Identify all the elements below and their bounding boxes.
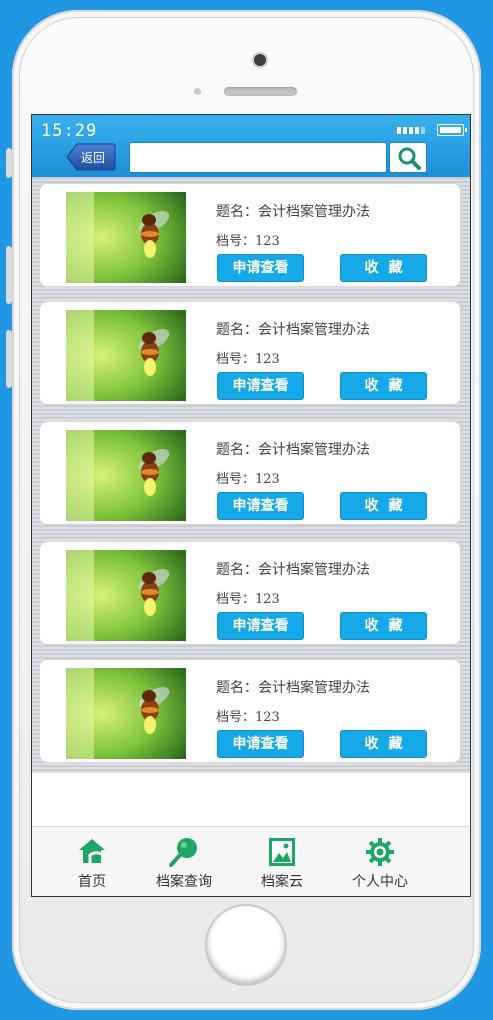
tab-archive-search[interactable]: 档案查询 [139,827,229,896]
tab-archive-cloud[interactable]: 档案云 [237,827,327,896]
earpiece-speaker [224,87,297,96]
favorite-button[interactable]: 收藏 [340,492,427,520]
record-number: 档号：123 [216,352,280,367]
mute-switch [6,148,12,178]
volume-down-button [6,330,12,388]
tab-archive-search-label: 档案查询 [156,874,212,890]
record-title: 题名：会计档案管理办法 [216,680,370,696]
gear-icon [335,837,425,867]
image-icon [237,837,327,867]
record-card[interactable]: 题名：会计档案管理办法 档号：123 申请查看 收藏 [39,421,461,525]
record-number: 档号：123 [216,234,280,249]
bottom-tab-bar: 首页 档案查询 档案云 个人中心 [32,826,470,896]
tab-home[interactable]: 首页 [47,827,137,896]
home-button[interactable] [207,906,285,984]
tab-home-label: 首页 [78,874,106,890]
record-thumbnail [66,192,186,283]
record-title: 题名：会计档案管理办法 [216,442,370,458]
tab-archive-cloud-label: 档案云 [261,874,303,890]
record-card[interactable]: 题名：会计档案管理办法 档号：123 申请查看 收藏 [39,183,461,287]
record-title: 题名：会计档案管理办法 [216,562,370,578]
record-card[interactable]: 题名：会计档案管理办法 档号：123 申请查看 收藏 [39,541,461,645]
tab-personal-center[interactable]: 个人中心 [335,827,425,896]
signal-icon [397,127,425,134]
tab-personal-center-label: 个人中心 [352,874,408,890]
record-title: 题名：会计档案管理办法 [216,204,370,220]
favorite-button[interactable]: 收藏 [340,372,427,400]
record-number: 档号：123 [216,472,280,487]
apply-view-button[interactable]: 申请查看 [217,492,304,520]
record-card[interactable]: 题名：会计档案管理办法 档号：123 申请查看 收藏 [39,659,461,763]
search-input[interactable] [129,142,387,173]
apply-view-button[interactable]: 申请查看 [217,254,304,282]
apply-view-button[interactable]: 申请查看 [217,372,304,400]
record-thumbnail [66,430,186,521]
record-title: 题名：会计档案管理办法 [216,322,370,338]
record-number: 档号：123 [216,592,280,607]
back-button[interactable]: 返回 [66,143,116,171]
proximity-sensor [194,88,201,95]
header-bar: 15:29 返回 [32,115,470,177]
record-card[interactable]: 题名：会计档案管理办法 档号：123 申请查看 收藏 [39,301,461,405]
favorite-button[interactable]: 收藏 [340,254,427,282]
apply-view-button[interactable]: 申请查看 [217,730,304,758]
search-button[interactable] [389,142,427,173]
search-icon [398,147,421,170]
volume-up-button [6,246,12,304]
status-time: 15:29 [41,121,98,141]
home-icon [47,837,137,867]
record-thumbnail [66,310,186,401]
battery-icon [437,124,467,136]
record-list: 题名：会计档案管理办法 档号：123 申请查看 收藏 题名：会计档案管理办法 档… [32,177,470,773]
search-icon [139,837,229,867]
record-thumbnail [66,668,186,759]
back-label: 返回 [81,151,106,165]
app-screen: 15:29 返回 题名：会计档案管理办法 档号：123 申请查看 收藏 题名：会… [31,114,471,897]
favorite-button[interactable]: 收藏 [340,730,427,758]
record-thumbnail [66,550,186,641]
record-number: 档号：123 [216,710,280,725]
apply-view-button[interactable]: 申请查看 [217,612,304,640]
camera [254,54,266,66]
favorite-button[interactable]: 收藏 [340,612,427,640]
